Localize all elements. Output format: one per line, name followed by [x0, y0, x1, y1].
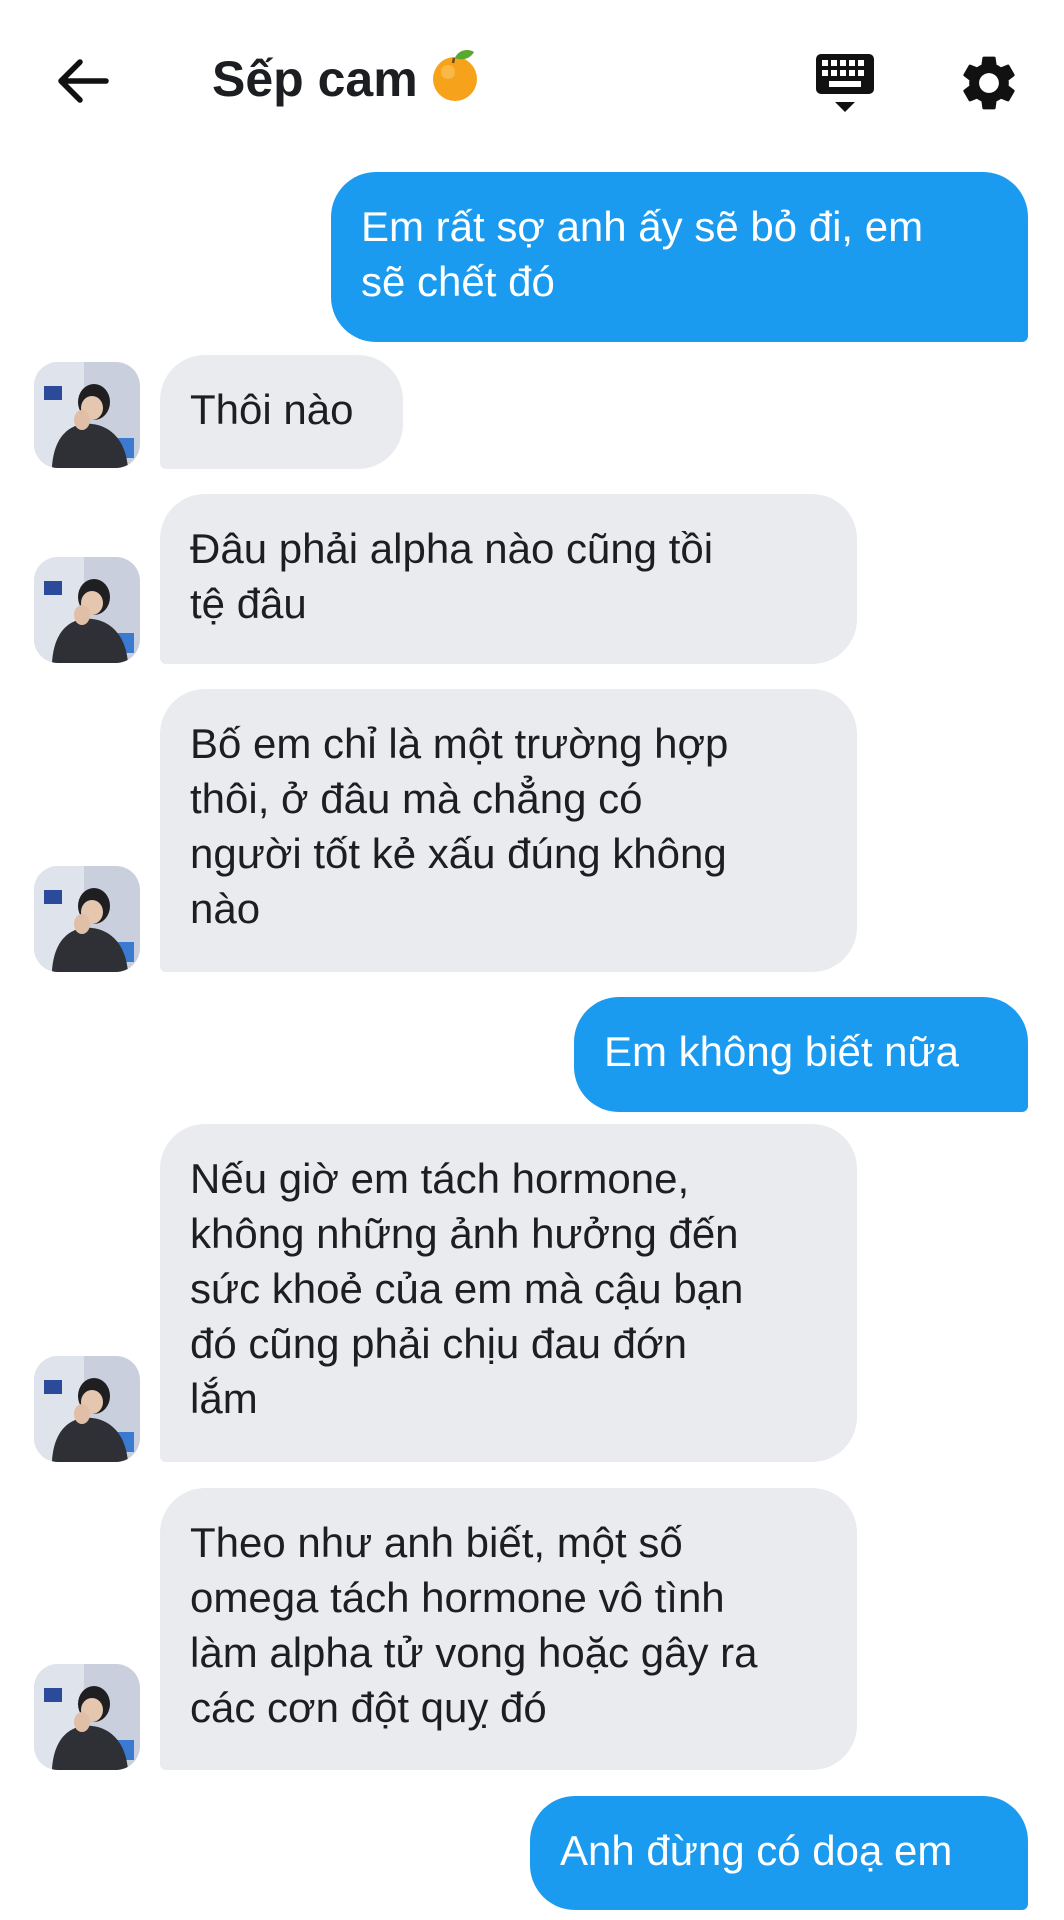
avatar[interactable]: [34, 1356, 140, 1462]
keyboard-hide-icon[interactable]: [812, 50, 878, 116]
outgoing-message-bubble[interactable]: Em rất sợ anh ấy sẽ bỏ đi, em sẽ chết đó: [331, 172, 1028, 342]
avatar[interactable]: [34, 1664, 140, 1770]
incoming-message-bubble[interactable]: Theo như anh biết, một số omega tách hor…: [160, 1488, 857, 1770]
outgoing-message-bubble[interactable]: Anh đừng có doạ em: [530, 1796, 1028, 1910]
incoming-message-bubble[interactable]: Nếu giờ em tách hormone, không những ảnh…: [160, 1124, 857, 1462]
avatar[interactable]: [34, 362, 140, 468]
avatar[interactable]: [34, 557, 140, 663]
chat-title: Sếp cam: [212, 51, 418, 107]
incoming-message-bubble[interactable]: Bố em chỉ là một trường hợp thôi, ở đâu …: [160, 689, 857, 972]
arrow-left-icon[interactable]: [50, 48, 116, 114]
tangerine-icon: [426, 46, 484, 104]
chat-header: Sếp cam: [0, 0, 1064, 160]
gear-icon[interactable]: [956, 50, 1022, 116]
chat-title-wrap[interactable]: Sếp cam: [212, 46, 484, 111]
incoming-message-bubble[interactable]: Thôi nào: [160, 355, 403, 469]
avatar[interactable]: [34, 866, 140, 972]
incoming-message-bubble[interactable]: Đâu phải alpha nào cũng tồi tệ đâu: [160, 494, 857, 664]
outgoing-message-bubble[interactable]: Em không biết nữa: [574, 997, 1028, 1112]
